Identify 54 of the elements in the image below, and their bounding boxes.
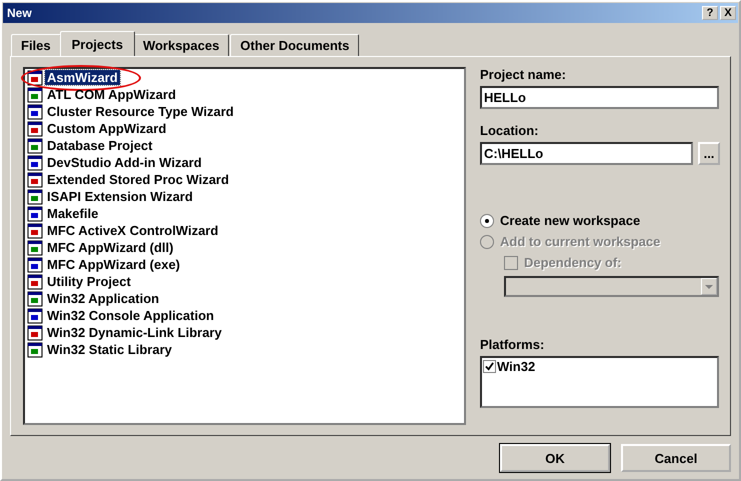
project-icon <box>27 70 43 86</box>
project-type-item[interactable]: Cluster Resource Type Wizard <box>45 104 236 119</box>
radio-button[interactable] <box>480 214 494 228</box>
project-type-item[interactable]: Makefile <box>45 206 100 221</box>
radio-label[interactable]: Create new workspace <box>500 213 640 228</box>
project-icon <box>27 206 43 222</box>
field-label: Project name: <box>480 67 567 82</box>
project-icon <box>27 86 43 102</box>
checkbox[interactable] <box>483 360 496 373</box>
tab[interactable]: Files <box>11 34 61 56</box>
project-icon <box>27 104 43 120</box>
field-label: Location: <box>480 123 540 138</box>
project-icon <box>27 274 43 290</box>
project-type-item[interactable]: MFC ActiveX ControlWizard <box>45 223 220 238</box>
help-button[interactable]: ? <box>702 6 718 20</box>
project-type-item[interactable]: Win32 Application <box>45 291 162 306</box>
project-type-item[interactable]: Win32 Console Application <box>45 308 216 323</box>
project-name-field[interactable]: HELLo <box>480 86 719 109</box>
project-type-item[interactable]: Database Project <box>45 138 154 153</box>
project-icon <box>27 188 43 204</box>
tab[interactable]: Projects <box>60 31 135 56</box>
project-type-item[interactable]: Extended Stored Proc Wizard <box>45 172 231 187</box>
project-type-item[interactable]: DevStudio Add-in Wizard <box>45 155 204 170</box>
project-icon <box>27 342 43 358</box>
project-type-item[interactable]: MFC AppWizard (exe) <box>45 257 182 272</box>
project-icon <box>27 324 43 340</box>
project-icon <box>27 256 43 272</box>
caret-icon <box>705 284 713 288</box>
tab[interactable]: Workspaces <box>132 34 230 56</box>
project-type-item[interactable]: Custom AppWizard <box>45 121 168 136</box>
browse-button[interactable]: ... <box>698 142 720 165</box>
location-field[interactable]: C:\HELLo <box>480 142 693 165</box>
project-type-item[interactable]: ISAPI Extension Wizard <box>45 189 195 204</box>
platform-item[interactable]: Win32 <box>497 359 536 374</box>
project-type-item[interactable]: ATL COM AppWizard <box>45 87 178 102</box>
project-type-item[interactable]: MFC AppWizard (dll) <box>45 240 176 255</box>
project-icon <box>27 240 43 256</box>
project-icon <box>27 120 43 136</box>
project-type-item[interactable]: Win32 Dynamic-Link Library <box>45 325 224 340</box>
close-button[interactable]: X <box>720 6 736 20</box>
project-icon <box>27 138 43 154</box>
project-type-item[interactable]: Utility Project <box>45 274 133 289</box>
cancel-button[interactable]: Cancel <box>621 444 731 472</box>
field-label: Platforms: <box>480 337 546 352</box>
project-icon <box>27 222 43 238</box>
project-type-item[interactable]: Win32 Static Library <box>45 342 174 357</box>
ok-button[interactable]: OK <box>500 444 610 472</box>
project-icon <box>27 308 43 324</box>
project-icon <box>27 154 43 170</box>
project-icon <box>27 172 43 188</box>
window-title: New <box>7 6 32 20</box>
project-type-item[interactable]: AsmWizard <box>45 70 120 85</box>
project-icon <box>27 290 43 306</box>
tab[interactable]: Other Documents <box>230 34 360 56</box>
